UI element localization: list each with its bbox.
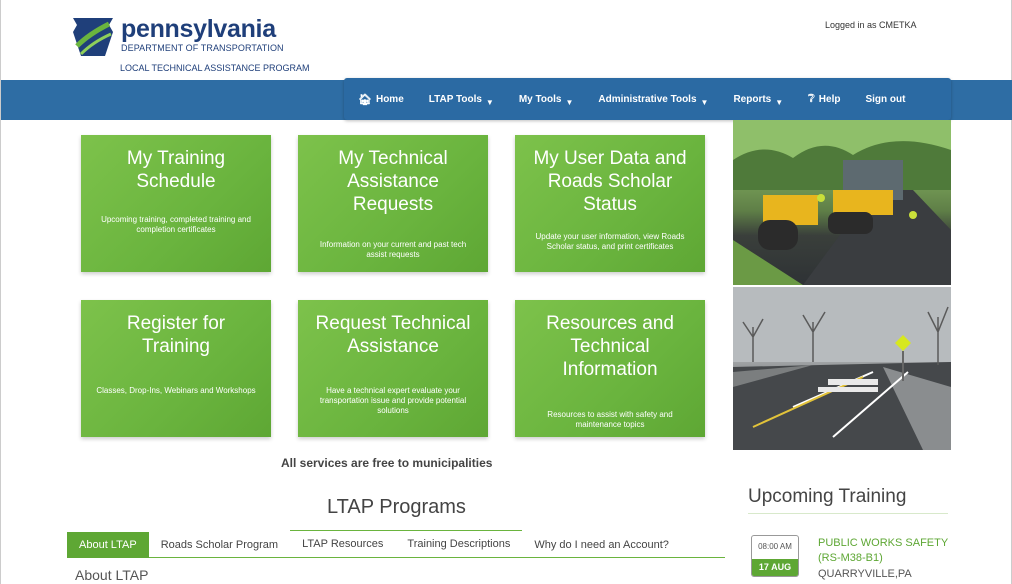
nav-ltap-tools-label: LTAP Tools [428,93,482,105]
event-time: 08:00 AM [758,542,792,551]
calendar-date-icon: 08:00 AM 17 AUG [751,535,799,577]
tab-training-descriptions[interactable]: Training Descriptions [395,530,523,556]
nav-home-label: Home [375,93,404,105]
event-location: QUARRYVILLE,PA [818,568,912,580]
nav-reports[interactable]: Reports ▼ [719,78,794,120]
tile-my-user-data[interactable]: My User Data and Roads Scholar Status Up… [515,135,705,272]
main-nav: 🏠︎ Home LTAP Tools ▼ My Tools ▼ Administ… [344,78,951,120]
nav-home[interactable]: 🏠︎ Home [344,78,415,120]
keystone-logo-icon [73,18,113,56]
ltap-logo[interactable]: pennsylvania DEPARTMENT OF TRANSPORTATIO… [71,14,321,76]
tile-title: My Technical Assistance Requests [338,148,448,215]
tile-my-technical-assistance-requests[interactable]: My Technical Assistance Requests Informa… [298,135,488,272]
tile-title: My Training Schedule [126,148,226,192]
tile-description: Resources to assist with safety and main… [547,410,673,429]
tile-title: Resources and Technical Information [546,313,674,380]
nav-sign-out-label: Sign out [865,93,906,105]
help-icon: ❔︎ [808,92,815,105]
logo-text: pennsylvania DEPARTMENT OF TRANSPORTATIO… [121,15,284,54]
tab-about-ltap[interactable]: About LTAP [67,532,149,558]
event-date: 17 AUG [752,559,798,576]
tab-ltap-resources[interactable]: LTAP Resources [290,530,396,556]
tab-why-account[interactable]: Why do I need an Account? [522,532,681,558]
caret-down-icon: ▼ [485,97,494,107]
nav-help[interactable]: ❔︎ Help [794,78,851,120]
tile-my-training-schedule[interactable]: My Training Schedule Upcoming training, … [81,135,271,272]
upcoming-training-title: Upcoming Training [748,486,907,507]
tile-description: Have a technical expert evaluate your tr… [319,386,467,415]
logged-in-label: Logged in as CMETKA [825,20,917,30]
tile-register-for-training[interactable]: Register for Training Classes, Drop-Ins,… [81,300,271,437]
tile-title: Register for Training [126,313,226,357]
logo-program: LOCAL TECHNICAL ASSISTANCE PROGRAM [120,63,310,73]
logo-title: pennsylvania [121,15,276,43]
nav-sign-out[interactable]: Sign out [851,78,916,120]
caret-down-icon: ▼ [565,97,574,107]
nav-administrative-tools[interactable]: Administrative Tools ▼ [584,78,719,120]
tile-description: Information on your current and past tec… [319,240,467,259]
tile-resources-technical-information[interactable]: Resources and Technical Information Reso… [515,300,705,437]
nav-my-tools[interactable]: My Tools ▼ [505,78,585,120]
about-ltap-heading: About LTAP [75,567,149,583]
tile-description: Classes, Drop-Ins, Webinars and Workshop… [96,386,256,395]
free-services-note: All services are free to municipalities [281,456,493,470]
divider [748,513,948,514]
road-paving-photo [733,120,951,285]
home-icon: 🏠︎ [358,93,372,106]
tile-description: Upcoming training, completed training an… [101,215,251,234]
page: pennsylvania DEPARTMENT OF TRANSPORTATIO… [0,0,1012,584]
nav-ltap-tools[interactable]: LTAP Tools ▼ [415,78,505,120]
tab-roads-scholar-program[interactable]: Roads Scholar Program [149,532,290,558]
nav-administrative-tools-label: Administrative Tools [598,93,697,105]
tile-title: My User Data and Roads Scholar Status [533,148,687,215]
caret-down-icon: ▼ [700,97,709,107]
tile-title: Request Technical Assistance [315,313,471,357]
crosswalk-road-photo [733,287,951,450]
event-link[interactable]: PUBLIC WORKS SAFETY (RS-M38-B1) [818,536,958,566]
tile-request-technical-assistance[interactable]: Request Technical Assistance Have a tech… [298,300,488,437]
ltap-programs-title: LTAP Programs [327,496,466,518]
tile-description: Update your user information, view Roads… [535,232,685,251]
logo-department: DEPARTMENT OF TRANSPORTATION [121,43,284,53]
caret-down-icon: ▼ [775,97,784,107]
nav-reports-label: Reports [733,93,772,105]
programs-tabs: About LTAP Roads Scholar Program LTAP Re… [67,530,725,558]
nav-help-label: Help [818,93,841,105]
nav-my-tools-label: My Tools [518,93,562,105]
